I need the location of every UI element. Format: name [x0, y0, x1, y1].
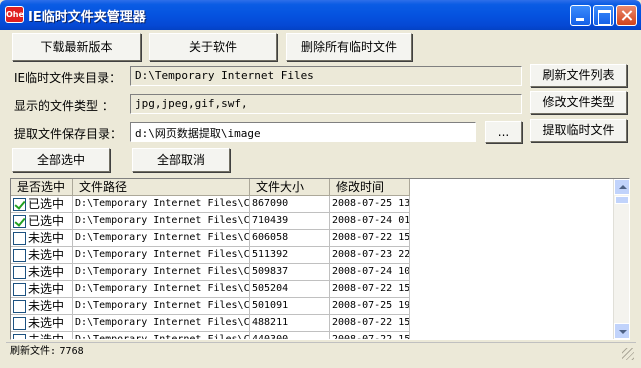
row-modified: 2008-07-24 01 — [330, 213, 410, 230]
row-modified: 2008-07-22 15 — [330, 315, 410, 332]
row-status: 已选中 — [28, 197, 65, 211]
title-bar[interactable]: Ohe IE临时文件夹管理器 — [0, 0, 641, 30]
row-modified: 2008-07-22 15 — [330, 332, 410, 339]
row-status: 未选中 — [28, 316, 65, 330]
table-row[interactable]: 未选中 D:\Temporary Internet Files\C 505204 20… — [11, 281, 611, 298]
status-label: 刷新文件: — [10, 346, 57, 357]
table-body: 已选中 D:\Temporary Internet Files\C 867090 20… — [11, 196, 611, 340]
scroll-up-icon[interactable] — [614, 179, 629, 195]
row-size: 505204 — [250, 281, 330, 298]
row-select-cell[interactable]: 未选中 — [11, 332, 73, 340]
app-icon: Ohe — [5, 6, 24, 23]
status-count: 7768 — [59, 346, 84, 357]
row-path: D:\Temporary Internet Files\C — [73, 196, 250, 213]
row-select-cell[interactable]: 已选中 — [11, 196, 73, 213]
table-row[interactable]: 未选中 D:\Temporary Internet Files\C 488211 20… — [11, 315, 611, 332]
row-path: D:\Temporary Internet Files\C — [73, 213, 250, 230]
save-dir-label: 提取文件保存目录： — [14, 127, 123, 141]
row-checkbox[interactable] — [13, 316, 26, 330]
row-size: 867090 — [250, 196, 330, 213]
file-types-label: 显示的文件类型 ： — [14, 99, 114, 113]
download-latest-button[interactable]: 下载最新版本 — [12, 33, 141, 61]
refresh-list-button[interactable]: 刷新文件列表 — [530, 64, 627, 87]
row-path: D:\Temporary Internet Files\C — [73, 264, 250, 281]
row-size: 511392 — [250, 247, 330, 264]
row-checkbox[interactable] — [13, 282, 26, 296]
table-row[interactable]: 未选中 D:\Temporary Internet Files\C 606058 20… — [11, 230, 611, 247]
window-title: IE临时文件夹管理器 — [28, 10, 146, 25]
delete-all-temp-button[interactable]: 删除所有临时文件 — [286, 33, 412, 61]
close-button[interactable] — [616, 5, 637, 26]
table-row[interactable]: 未选中 D:\Temporary Internet Files\C 501091 20… — [11, 298, 611, 315]
modify-types-button[interactable]: 修改文件类型 — [530, 91, 627, 114]
row-status: 未选中 — [28, 265, 65, 279]
row-checkbox[interactable] — [13, 299, 26, 313]
row-path: D:\Temporary Internet Files\C — [73, 230, 250, 247]
deselect-all-button[interactable]: 全部取消 — [132, 148, 230, 172]
row-checkbox[interactable] — [13, 231, 26, 245]
row-checkbox[interactable] — [13, 197, 26, 211]
column-header-selected[interactable]: 是否选中 — [11, 179, 73, 196]
table-row[interactable]: 未选中 D:\Temporary Internet Files\C 509837 20… — [11, 264, 611, 281]
row-modified: 2008-07-23 22 — [330, 247, 410, 264]
row-path: D:\Temporary Internet Files\C — [73, 298, 250, 315]
table-row[interactable]: 已选中 D:\Temporary Internet Files\C 867090 20… — [11, 196, 611, 213]
row-size: 501091 — [250, 298, 330, 315]
row-status: 已选中 — [28, 214, 65, 228]
file-types-field: jpg,jpeg,gif,swf, — [130, 94, 522, 114]
about-button[interactable]: 关于软件 — [149, 33, 277, 61]
row-select-cell[interactable]: 未选中 — [11, 315, 73, 332]
table-row[interactable]: 已选中 D:\Temporary Internet Files\C 710439 20… — [11, 213, 611, 230]
resize-grip-icon[interactable] — [622, 348, 634, 360]
row-path: D:\Temporary Internet Files\C — [73, 332, 250, 339]
extract-temp-files-button[interactable]: 提取临时文件 — [530, 119, 627, 142]
row-checkbox[interactable] — [13, 214, 26, 228]
row-status: 未选中 — [28, 282, 65, 296]
row-path: D:\Temporary Internet Files\C — [73, 281, 250, 298]
row-status: 未选中 — [28, 299, 65, 313]
browse-button[interactable]: ... — [485, 121, 522, 143]
row-size: 606058 — [250, 230, 330, 247]
maximize-button[interactable] — [593, 5, 614, 26]
temp-dir-field: D:\Temporary Internet Files — [130, 66, 522, 86]
row-modified: 2008-07-25 13 — [330, 196, 410, 213]
save-dir-input[interactable]: d:\网页数据提取\image — [130, 122, 476, 142]
row-select-cell[interactable]: 未选中 — [11, 264, 73, 281]
row-modified: 2008-07-22 15 — [330, 230, 410, 247]
row-checkbox[interactable] — [13, 248, 26, 262]
row-select-cell[interactable]: 未选中 — [11, 281, 73, 298]
row-select-cell[interactable]: 未选中 — [11, 298, 73, 315]
table-row[interactable]: 未选中 D:\Temporary Internet Files\C 511392 20… — [11, 247, 611, 264]
scroll-thumb[interactable] — [615, 196, 629, 204]
row-checkbox[interactable] — [13, 265, 26, 279]
row-size: 509837 — [250, 264, 330, 281]
column-header-size[interactable]: 文件大小 — [250, 179, 330, 196]
row-select-cell[interactable]: 已选中 — [11, 213, 73, 230]
column-header-path[interactable]: 文件路径 — [73, 179, 250, 196]
row-checkbox[interactable] — [13, 333, 26, 339]
file-list[interactable]: 是否选中 文件路径 文件大小 修改时间 已选中 D:\Temporary Inte… — [10, 178, 630, 340]
table-header: 是否选中 文件路径 文件大小 修改时间 — [11, 179, 410, 196]
scroll-down-icon[interactable] — [614, 323, 629, 339]
minimize-button[interactable] — [570, 5, 591, 26]
row-path: D:\Temporary Internet Files\C — [73, 315, 250, 332]
row-status: 未选中 — [28, 248, 65, 262]
row-modified: 2008-07-22 15 — [330, 281, 410, 298]
temp-dir-label: IE临时文件夹目录： — [14, 71, 122, 85]
table-row[interactable]: 未选中 D:\Temporary Internet Files\C 440300 20… — [11, 332, 611, 340]
row-select-cell[interactable]: 未选中 — [11, 230, 73, 247]
row-status: 未选中 — [28, 231, 65, 245]
row-size: 710439 — [250, 213, 330, 230]
vertical-scrollbar[interactable] — [613, 179, 629, 339]
row-size: 440300 — [250, 332, 330, 339]
row-status: 未选中 — [28, 333, 65, 340]
status-bar: 刷新文件: 7768 — [6, 342, 636, 362]
row-path: D:\Temporary Internet Files\C — [73, 247, 250, 264]
row-size: 488211 — [250, 315, 330, 332]
column-header-modified[interactable]: 修改时间 — [330, 179, 410, 196]
select-all-button[interactable]: 全部选中 — [12, 148, 110, 172]
row-select-cell[interactable]: 未选中 — [11, 247, 73, 264]
row-modified: 2008-07-25 19 — [330, 298, 410, 315]
row-modified: 2008-07-24 10 — [330, 264, 410, 281]
